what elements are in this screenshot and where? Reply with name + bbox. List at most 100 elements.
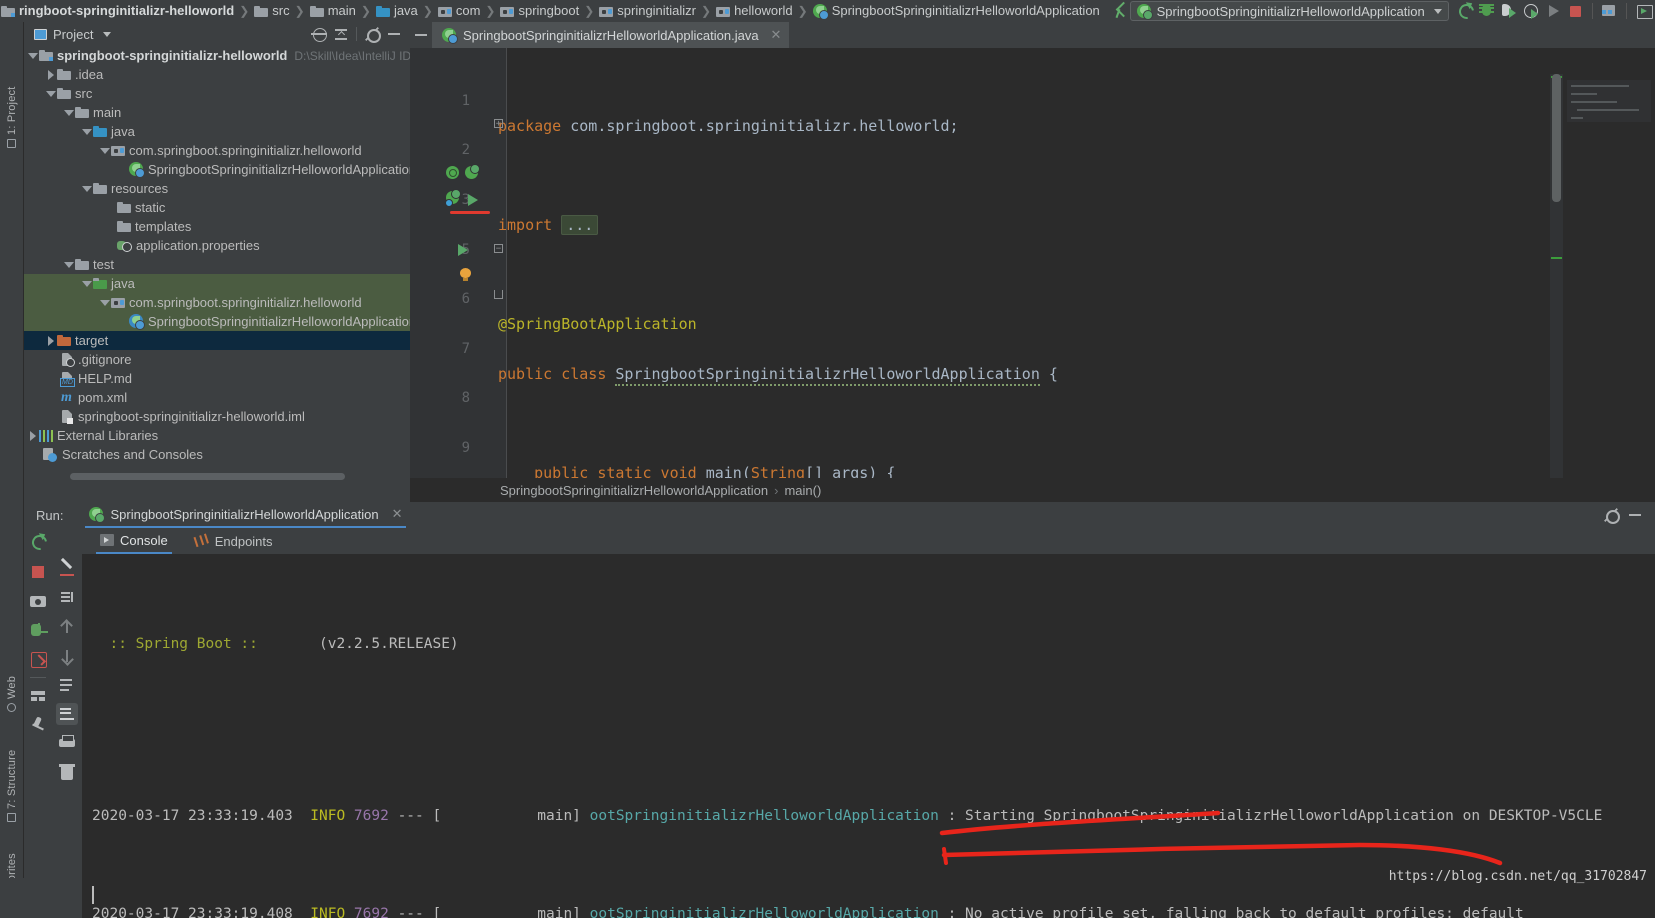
close-icon[interactable]: ✕ <box>392 506 403 522</box>
tree-node-application-class[interactable]: SpringbootSpringinitializrHelloworldAppl… <box>24 160 410 179</box>
tree-node-test-package[interactable]: com.springboot.springinitializr.hellowor… <box>24 293 410 312</box>
tree-node-test-java[interactable]: java <box>24 274 410 293</box>
chevron-down-icon[interactable] <box>98 293 111 312</box>
code-content[interactable]: 1 package com.springboot.springinitializ… <box>410 48 1655 704</box>
chevron-right-icon[interactable] <box>44 331 57 350</box>
chevron-down-icon[interactable] <box>98 141 111 160</box>
spring-config-gutter-icon[interactable] <box>465 164 480 181</box>
chevron-down-icon[interactable] <box>80 122 93 141</box>
terminal-icon[interactable] <box>1633 1 1655 21</box>
chevron-down-icon[interactable] <box>80 179 93 198</box>
breadcrumb-springboot[interactable]: springboot <box>499 0 580 22</box>
scroll-down-icon[interactable] <box>56 645 78 667</box>
tree-node-idea[interactable]: .idea <box>24 65 410 84</box>
debug-icon[interactable] <box>1476 1 1498 21</box>
layout-settings-icon[interactable] <box>27 685 49 707</box>
screenshot-icon[interactable] <box>27 590 49 612</box>
chevron-down-icon[interactable] <box>62 103 75 122</box>
chevron-down-icon[interactable] <box>103 31 112 37</box>
run-icon[interactable] <box>1542 1 1564 21</box>
chevron-down-icon[interactable] <box>44 84 57 103</box>
locate-icon[interactable] <box>309 24 329 44</box>
tree-node-help-md[interactable]: HELP.md <box>24 369 410 388</box>
tree-node-main-package[interactable]: com.springboot.springinitializr.hellowor… <box>24 141 410 160</box>
breadcrumb-class[interactable]: SpringbootSpringinitializrHelloworldAppl… <box>812 0 1101 22</box>
rerun-icon[interactable] <box>1454 1 1476 21</box>
tree-node-resources[interactable]: resources <box>24 179 410 198</box>
stop-icon[interactable] <box>1564 1 1586 21</box>
breadcrumb-springinitializr[interactable]: springinitializr <box>598 0 697 22</box>
tree-node-static[interactable]: static <box>24 198 410 217</box>
project-tree[interactable]: springboot-springinitializr-helloworld D… <box>24 46 410 476</box>
editor-minimap[interactable] <box>1563 74 1655 514</box>
tree-node-templates[interactable]: templates <box>24 217 410 236</box>
profiler-icon[interactable] <box>1520 1 1542 21</box>
chevron-down-icon[interactable] <box>62 255 75 274</box>
tree-node-main-java[interactable]: java <box>24 122 410 141</box>
breadcrumb-com[interactable]: com <box>437 0 482 22</box>
exit-icon[interactable] <box>27 648 49 670</box>
edit-highlight-icon[interactable] <box>56 558 78 580</box>
editor-marker-stripe[interactable] <box>1550 74 1563 514</box>
run-configuration-selector[interactable]: SpringbootSpringinitializrHelloworldAppl… <box>1129 1 1449 21</box>
code-editor[interactable]: 1 package com.springboot.springinitializ… <box>410 48 1655 704</box>
run-with-coverage-icon[interactable] <box>1498 1 1520 21</box>
sidebar-item-project[interactable]: 1: Project <box>0 56 24 148</box>
close-icon[interactable]: ✕ <box>771 27 782 43</box>
sidebar-item-web[interactable]: Web <box>0 648 24 712</box>
tree-node-test[interactable]: test <box>24 255 410 274</box>
collapse-method-icon[interactable]: − <box>494 244 503 254</box>
expand-imports-icon[interactable]: + <box>494 119 503 129</box>
print-icon[interactable] <box>56 732 78 754</box>
dump-threads-icon[interactable] <box>27 619 49 641</box>
spring-bean-gutter-icon[interactable] <box>446 166 461 181</box>
tree-node-gitignore[interactable]: .gitignore <box>24 350 410 369</box>
tab-console[interactable]: Console <box>96 528 172 554</box>
tree-node-scratches[interactable]: Scratches and Consoles <box>24 445 410 464</box>
tab-endpoints[interactable]: Endpoints <box>190 528 277 554</box>
tree-node-test-class[interactable]: SpringbootSpringinitializrHelloworldAppl… <box>24 312 410 331</box>
collapse-all-icon[interactable] <box>331 24 351 44</box>
console-output[interactable]: :: Spring Boot :: (v2.2.5.RELEASE) 2020-… <box>82 554 1655 918</box>
hide-icon[interactable] <box>410 22 432 48</box>
editor-scrollbar-thumb[interactable] <box>1552 74 1561 202</box>
tree-node-src[interactable]: src <box>24 84 410 103</box>
run-application-gutter-icon[interactable] <box>468 194 478 206</box>
tree-node-main[interactable]: main <box>24 103 410 122</box>
scroll-up-icon[interactable] <box>56 616 78 638</box>
intention-bulb-icon[interactable] <box>460 268 471 282</box>
hide-icon[interactable] <box>384 24 404 44</box>
tree-node-iml[interactable]: springboot-springinitializr-helloworld.i… <box>24 407 410 426</box>
breadcrumb-helloworld[interactable]: helloworld <box>715 0 794 22</box>
breadcrumb-class-name[interactable]: SpringbootSpringinitializrHelloworldAppl… <box>500 483 768 498</box>
run-session-tab[interactable]: SpringbootSpringinitializrHelloworldAppl… <box>85 502 407 528</box>
use-soft-wraps-icon[interactable] <box>56 674 78 696</box>
breadcrumb-src[interactable]: src <box>253 0 290 22</box>
chevron-right-icon[interactable] <box>44 65 57 84</box>
navigate-back-icon[interactable] <box>1111 1 1124 21</box>
tree-node-project-root[interactable]: springboot-springinitializr-helloworld D… <box>24 46 410 65</box>
clear-all-icon[interactable] <box>56 761 78 783</box>
soft-wrap-icon[interactable] <box>56 587 78 609</box>
editor-tab-application-java[interactable]: SpringbootSpringinitializrHelloworldAppl… <box>432 22 790 48</box>
settings-icon[interactable] <box>1601 505 1621 525</box>
scroll-to-end-icon[interactable] <box>56 703 78 725</box>
breadcrumb-java[interactable]: java <box>375 0 419 22</box>
rerun-icon[interactable] <box>27 532 49 554</box>
chevron-down-icon[interactable] <box>26 46 39 65</box>
chevron-down-icon[interactable] <box>80 274 93 293</box>
settings-icon[interactable] <box>362 24 382 44</box>
tree-node-external-libraries[interactable]: External Libraries <box>24 426 410 445</box>
stop-icon[interactable] <box>27 561 49 583</box>
hide-icon[interactable] <box>1625 505 1645 525</box>
spring-bean-gutter-icon[interactable] <box>445 189 461 207</box>
tree-node-pom-xml[interactable]: m pom.xml <box>24 388 410 407</box>
pin-tab-icon[interactable] <box>27 714 49 736</box>
tree-node-target[interactable]: target <box>24 331 410 350</box>
chevron-right-icon[interactable] <box>26 426 39 445</box>
breadcrumb-main[interactable]: main <box>309 0 357 22</box>
run-method-gutter-icon[interactable] <box>458 244 468 256</box>
breadcrumb-project[interactable]: ringboot-springinitializr-helloworld <box>0 0 235 22</box>
tree-node-application-properties[interactable]: application.properties <box>24 236 410 255</box>
project-structure-icon[interactable] <box>1598 1 1620 21</box>
